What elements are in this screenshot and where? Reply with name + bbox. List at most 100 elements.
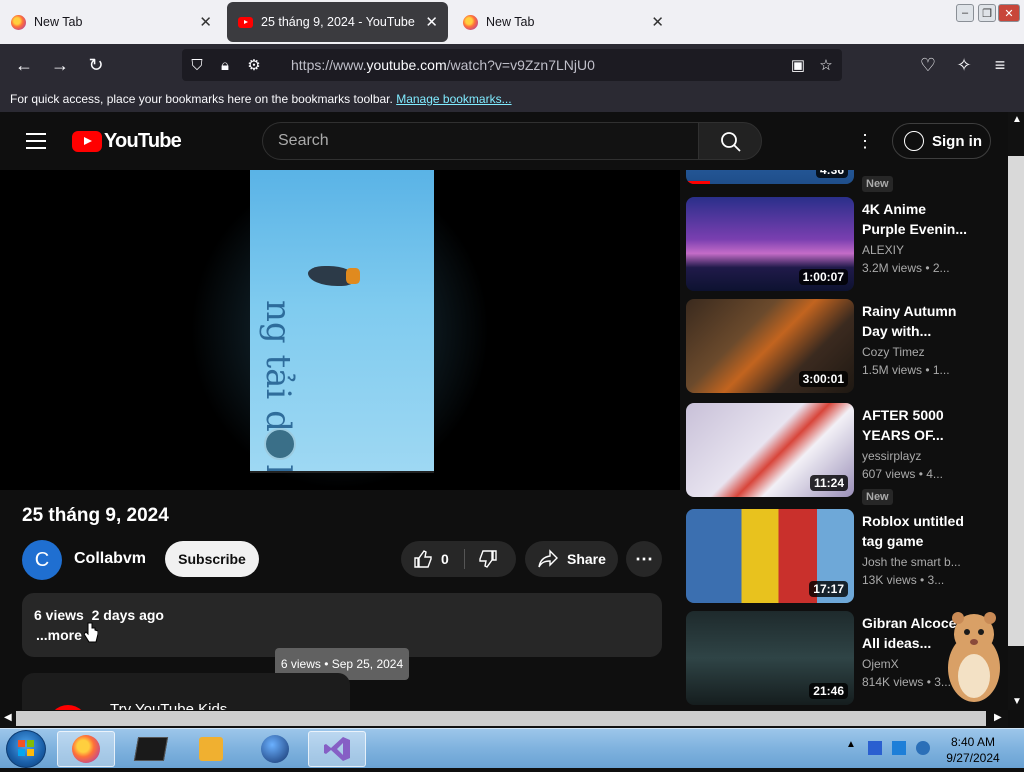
taskbar-app-globe[interactable] [246, 731, 304, 767]
manage-bookmarks-link[interactable]: Manage bookmarks... [396, 92, 511, 106]
horizontal-scrollbar[interactable]: ◀ ▶ [0, 710, 1008, 727]
channel-name[interactable]: Collabvm [74, 550, 146, 568]
permissions-icon[interactable]: ⚙ [244, 55, 264, 75]
related-video[interactable]: 11:24 AFTER 5000 YEARS OF... yessirplayz… [686, 403, 996, 505]
restore-button[interactable]: ❐ [978, 4, 996, 22]
system-clock[interactable]: 8:40 AM 9/27/2024 [938, 734, 1008, 766]
taskbar-media-player[interactable] [182, 731, 240, 767]
related-video[interactable]: 17:17 Roblox untitled tag game Josh the … [686, 509, 996, 609]
browser-nav-bar: ← → ↻ ⛉ 🔒︎ ⚙ https://www.youtube.com/wat… [0, 44, 1024, 86]
tray-icon-1[interactable] [868, 741, 882, 755]
youtube-logo[interactable]: YouTube [72, 130, 182, 153]
window-close-button[interactable]: ✕ [998, 4, 1020, 22]
video-title[interactable]: Rainy Autumn Day with... [862, 301, 972, 341]
vertical-scrollbar[interactable]: ▲ ▼ [1008, 112, 1024, 710]
taskbar-visual-studio[interactable] [308, 731, 366, 767]
video-player[interactable]: ng tải dữ liệu... [0, 170, 680, 490]
show-more-link[interactable]: ...more [36, 627, 82, 643]
game-character [308, 266, 360, 286]
video-thumbnail[interactable]: 17:17 [686, 509, 854, 603]
forward-button[interactable]: → [48, 53, 72, 77]
subscribe-button[interactable]: Subscribe [165, 541, 259, 577]
video-stats: 1.5M views • 1... [862, 363, 950, 377]
pocket-icon[interactable]: ♡ [916, 53, 940, 77]
tab-new-tab-2[interactable]: New Tab ✕ [452, 2, 674, 42]
video-title[interactable]: 4K Anime Purple Evenin... [862, 199, 972, 239]
hamster-mascot [948, 612, 1000, 702]
scroll-up-arrow-icon[interactable]: ▲ [1012, 114, 1022, 125]
dislike-button[interactable] [478, 549, 498, 572]
video-title[interactable]: Roblox untitled tag game [862, 511, 972, 551]
globe-icon [261, 735, 289, 763]
more-actions-button[interactable]: ⋯ [626, 541, 662, 577]
video-title: 25 tháng 9, 2024 [22, 505, 169, 526]
hand-cursor-icon [84, 622, 98, 643]
tab-new-tab-1[interactable]: New Tab ✕ [0, 2, 222, 42]
like-dislike-group: 0 [401, 541, 516, 577]
scrollbar-thumb[interactable] [1008, 156, 1024, 646]
visual-studio-icon [324, 737, 350, 761]
video-thumbnail[interactable]: 11:24 [686, 403, 854, 497]
video-channel[interactable]: Cozy Timez [862, 345, 925, 359]
close-icon[interactable]: ✕ [199, 13, 212, 31]
video-channel[interactable]: yessirplayz [862, 449, 921, 463]
video-thumbnail[interactable]: 1:00:07 [686, 197, 854, 291]
back-button[interactable]: ← [12, 53, 36, 77]
video-thumbnail[interactable]: 3:00:01 [686, 299, 854, 393]
address-bar[interactable]: ⛉ 🔒︎ ⚙ https://www.youtube.com/watch?v=v… [182, 49, 842, 81]
video-title[interactable]: AFTER 5000 YEARS OF... [862, 405, 972, 445]
close-icon[interactable]: ✕ [425, 13, 438, 31]
related-video[interactable]: 1:00:07 4K Anime Purple Evenin... ALEXIY… [686, 197, 996, 297]
tray-icon-2[interactable] [892, 741, 906, 755]
channel-avatar[interactable]: C [22, 540, 62, 580]
taskbar-app-terminal[interactable] [122, 731, 180, 767]
settings-kebab-icon[interactable]: ⋮ [855, 130, 875, 152]
video-channel[interactable]: OjemX [862, 657, 899, 671]
lock-icon[interactable]: 🔒︎ [215, 55, 235, 75]
tray-expand-icon[interactable]: ▲ [846, 739, 856, 750]
game-button [264, 428, 296, 460]
reload-button[interactable]: ↻ [84, 53, 108, 77]
scroll-right-arrow-icon[interactable]: ▶ [994, 712, 1002, 723]
start-button[interactable] [6, 730, 46, 768]
related-video[interactable]: 4:36 New [686, 170, 996, 192]
scroll-down-arrow-icon[interactable]: ▼ [1012, 696, 1022, 707]
close-icon[interactable]: ✕ [651, 13, 664, 31]
new-badge: New [862, 176, 893, 192]
firefox-icon [72, 735, 100, 763]
sign-in-button[interactable]: Sign in [892, 123, 991, 159]
taskbar-firefox[interactable] [57, 731, 115, 767]
minimize-button[interactable]: – [956, 4, 974, 22]
share-icon [538, 549, 558, 568]
account-icon [904, 131, 924, 151]
scroll-left-arrow-icon[interactable]: ◀ [4, 712, 12, 723]
bookmarks-hint: For quick access, place your bookmarks h… [10, 92, 393, 106]
video-channel[interactable]: Josh the smart b... [862, 555, 961, 569]
tab-label: 25 tháng 9, 2024 - YouTube [261, 15, 415, 29]
bookmark-star-icon[interactable]: ☆ [816, 55, 836, 75]
hamburger-menu-icon[interactable] [26, 133, 46, 149]
tab-label: New Tab [486, 15, 535, 29]
shield-icon[interactable]: ⛉ [187, 55, 207, 75]
tab-youtube[interactable]: 25 tháng 9, 2024 - YouTube ✕ [227, 2, 448, 42]
search-input[interactable]: Search [262, 122, 698, 160]
url-text: https://www.youtube.com/watch?v=v9Zzn7LN… [291, 57, 595, 73]
tray-icon-3[interactable] [916, 741, 930, 755]
video-thumbnail[interactable]: 4:36 [686, 170, 854, 184]
bookmarks-toolbar: For quick access, place your bookmarks h… [0, 86, 1024, 112]
menu-icon[interactable]: ≡ [988, 53, 1012, 77]
scrollbar-thumb[interactable] [16, 711, 986, 726]
video-stats: 13K views • 3... [862, 573, 945, 587]
search-button[interactable] [698, 122, 762, 160]
reader-view-icon[interactable]: ▣ [788, 55, 808, 75]
related-video[interactable]: 3:00:01 Rainy Autumn Day with... Cozy Ti… [686, 299, 996, 399]
video-channel[interactable]: ALEXIY [862, 243, 904, 257]
video-stats: 607 views • 4... [862, 467, 943, 481]
like-button[interactable] [413, 549, 433, 572]
video-thumbnail[interactable]: 21:46 [686, 611, 854, 705]
firefox-icon [11, 14, 26, 30]
like-count: 0 [441, 551, 449, 567]
share-button[interactable]: Share [525, 541, 618, 577]
extensions-icon[interactable]: ✧ [952, 53, 976, 77]
video-stats: 3.2M views • 2... [862, 261, 950, 275]
